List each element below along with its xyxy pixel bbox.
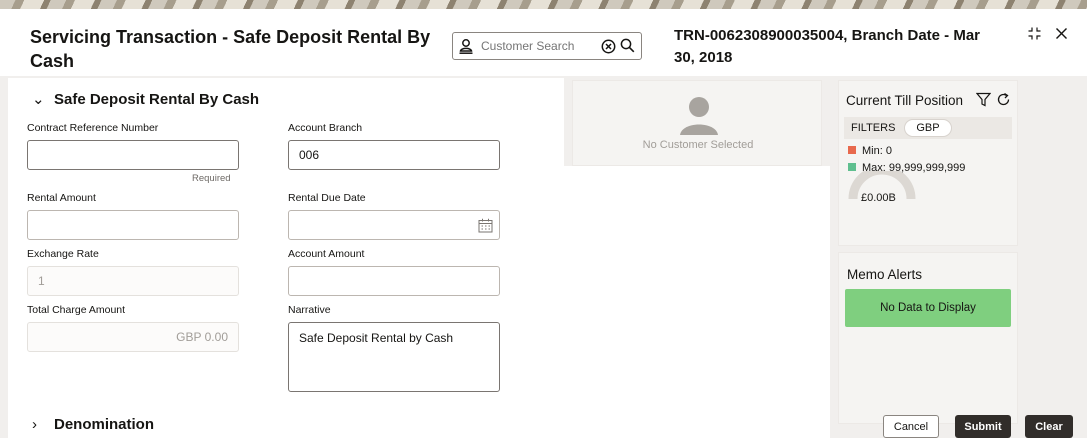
customer-search-box[interactable] (452, 32, 642, 60)
legend-min-text: Min: 0 (862, 145, 892, 157)
chevron-right-icon: › (32, 416, 37, 433)
till-amount-value: £0.00B (861, 192, 896, 204)
transaction-reference: TRN-0062308900035004, Branch Date - Mar … (674, 27, 980, 66)
memo-empty-state: No Data to Display (845, 289, 1011, 327)
customer-details-area (564, 166, 830, 438)
account-amount-label: Account Amount (288, 248, 365, 260)
customer-card-icon (459, 39, 473, 54)
rental-amount-input[interactable] (27, 210, 239, 240)
till-position-panel: Current Till Position FILTERS GBP Min: 0… (838, 80, 1018, 246)
till-gauge (848, 171, 916, 200)
max-swatch (848, 163, 856, 171)
contract-reference-label: Contract Reference Number (27, 122, 159, 134)
expand-icon[interactable] (1028, 27, 1041, 40)
cancel-button[interactable]: Cancel (883, 415, 939, 438)
section-header-safe-deposit[interactable]: ⌄ Safe Deposit Rental By Cash (32, 90, 259, 108)
section-header-denomination[interactable]: › Denomination (32, 416, 154, 433)
clear-button[interactable]: Clear (1025, 415, 1073, 438)
rental-due-date-label: Rental Due Date (288, 192, 366, 204)
window-controls (1028, 25, 1073, 43)
calendar-icon[interactable] (478, 218, 493, 233)
header-decorative-strip (0, 0, 1087, 9)
rental-amount-label: Rental Amount (27, 192, 96, 204)
required-hint: Required (192, 173, 231, 184)
transaction-form-panel: ⌄ Safe Deposit Rental By Cash Contract Re… (8, 78, 564, 438)
section-title-text: Safe Deposit Rental By Cash (54, 91, 260, 108)
memo-alerts-title: Memo Alerts (847, 267, 923, 282)
clear-search-icon[interactable] (601, 39, 616, 54)
filter-icon[interactable] (976, 92, 991, 107)
avatar-placeholder-icon (680, 97, 718, 135)
total-charge-label: Total Charge Amount (27, 304, 126, 316)
search-icon[interactable] (620, 38, 635, 53)
account-amount-input[interactable] (288, 266, 500, 296)
till-filters-bar: FILTERS GBP (844, 117, 1012, 139)
refresh-icon[interactable] (996, 92, 1011, 107)
exchange-rate-input[interactable]: 1 (27, 266, 239, 296)
exchange-rate-label: Exchange Rate (27, 248, 99, 260)
customer-info-panel: No Customer Selected (572, 80, 822, 166)
min-swatch (848, 146, 856, 154)
page-title: Servicing Transaction - Safe Deposit Ren… (30, 27, 431, 71)
filters-label: FILTERS (851, 122, 896, 134)
memo-alerts-panel: Memo Alerts No Data to Display (838, 252, 1018, 424)
customer-search-input[interactable] (481, 37, 591, 55)
account-branch-label: Account Branch (288, 122, 363, 134)
no-customer-text: No Customer Selected (642, 139, 754, 151)
total-charge-input[interactable]: GBP 0.00 (27, 322, 239, 352)
close-icon[interactable] (1055, 27, 1068, 40)
denomination-title-text: Denomination (54, 416, 154, 433)
currency-filter-chip[interactable]: GBP (904, 119, 952, 137)
narrative-textarea[interactable]: Safe Deposit Rental by Cash (288, 322, 500, 392)
narrative-label: Narrative (288, 304, 331, 316)
header: Servicing Transaction - Safe Deposit Ren… (0, 9, 1087, 76)
submit-button[interactable]: Submit (955, 415, 1011, 438)
till-position-title: Current Till Position (846, 93, 964, 108)
account-branch-input[interactable]: 006 (288, 140, 500, 170)
contract-reference-input[interactable] (27, 140, 239, 170)
rental-due-date-input[interactable] (288, 210, 500, 240)
legend-min: Min: 0 (848, 145, 892, 157)
chevron-down-icon: ⌄ (32, 91, 45, 108)
